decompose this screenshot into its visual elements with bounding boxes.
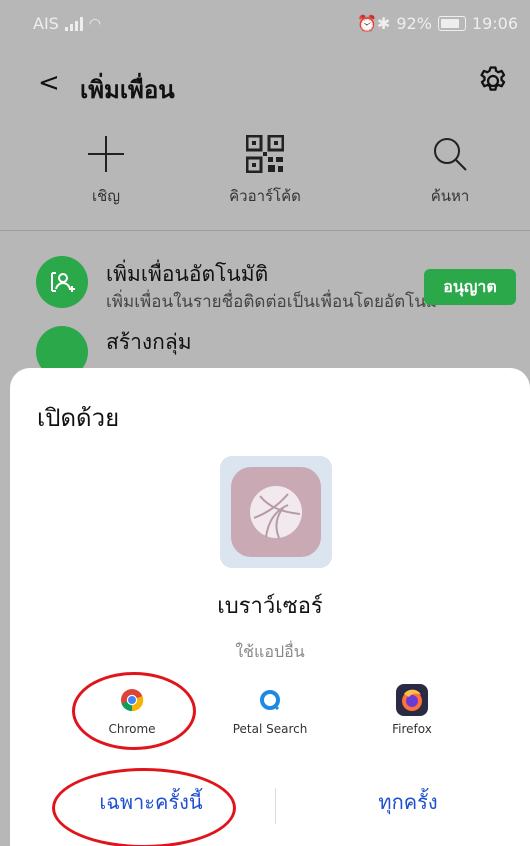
plus-icon: [88, 136, 124, 172]
search-action[interactable]: ค้นหา: [380, 132, 520, 208]
default-app-name: เบราว์เซอร์: [217, 594, 323, 619]
app-option-firefox[interactable]: Firefox: [332, 684, 492, 736]
wifi-icon: ◠: [88, 15, 102, 32]
status-bar: AIS ◠ ⏰✱ 92% 19:06: [0, 0, 530, 52]
battery-icon: [437, 16, 466, 31]
list-item-title: สร้างกลุ่ม: [106, 330, 192, 354]
firefox-icon: [396, 684, 428, 716]
open-with-sheet: เปิดด้วย เบราว์เซอร์ ใช้แอปอื่น Chrome P…: [10, 368, 530, 846]
quick-actions: เชิญ คิวอาร์โค้ด ค้นหา: [0, 132, 530, 214]
app-option-label: Petal Search: [232, 722, 308, 736]
clock: 19:06: [471, 14, 518, 33]
list-item-subtitle: เพิ่มเพื่อนในรายชื่อติดต่อเป็นเพื่อนโดยอ…: [106, 292, 438, 312]
action-label: ค้นหา: [430, 187, 470, 205]
action-label: เชิญ: [91, 187, 121, 205]
qr-code-icon: [246, 135, 284, 173]
always-button[interactable]: ทุกครั้ง: [328, 778, 488, 826]
alarm-bluetooth-icons: ⏰✱: [357, 14, 391, 33]
invite-action[interactable]: เชิญ: [36, 132, 176, 208]
app-option-label: Firefox: [392, 722, 432, 736]
page-title: เพิ่มเพื่อน: [80, 76, 175, 104]
chrome-icon: [121, 689, 144, 712]
add-friend-icon: [36, 256, 88, 308]
allow-button[interactable]: อนุญาต: [424, 269, 516, 305]
button-separator: [275, 788, 276, 824]
battery-percent: 92%: [396, 14, 432, 33]
signal-icon: [64, 16, 83, 31]
default-app-tile[interactable]: [220, 456, 332, 568]
just-once-button[interactable]: เฉพาะครั้งนี้: [66, 778, 236, 826]
carrier-label: AIS: [33, 14, 59, 33]
sheet-title: เปิดด้วย: [37, 404, 120, 432]
divider: [0, 230, 530, 231]
search-icon: [434, 138, 467, 171]
browser-icon: [231, 467, 321, 557]
app-option-chrome[interactable]: Chrome: [52, 684, 212, 736]
screen: AIS ◠ ⏰✱ 92% 19:06 < เพิ่มเพื่อน เชิญ คิ…: [0, 0, 530, 846]
petal-search-icon: [260, 690, 280, 711]
settings-gear-icon[interactable]: [476, 64, 510, 98]
other-apps-label: ใช้แอปอื่น: [235, 642, 305, 661]
app-option-petal-search[interactable]: Petal Search: [190, 684, 350, 736]
app-option-label: Chrome: [108, 722, 156, 736]
back-button[interactable]: <: [38, 68, 60, 98]
app-header: < เพิ่มเพื่อน: [0, 52, 530, 122]
list-item-title: เพิ่มเพื่อนอัตโนมัติ: [106, 262, 269, 286]
list-item-auto-add[interactable]: เพิ่มเพื่อนอัตโนมัติ เพิ่มเพื่อนในรายชื่…: [0, 246, 530, 316]
action-label: คิวอาร์โค้ด: [229, 187, 301, 205]
qr-code-action[interactable]: คิวอาร์โค้ด: [195, 132, 335, 208]
